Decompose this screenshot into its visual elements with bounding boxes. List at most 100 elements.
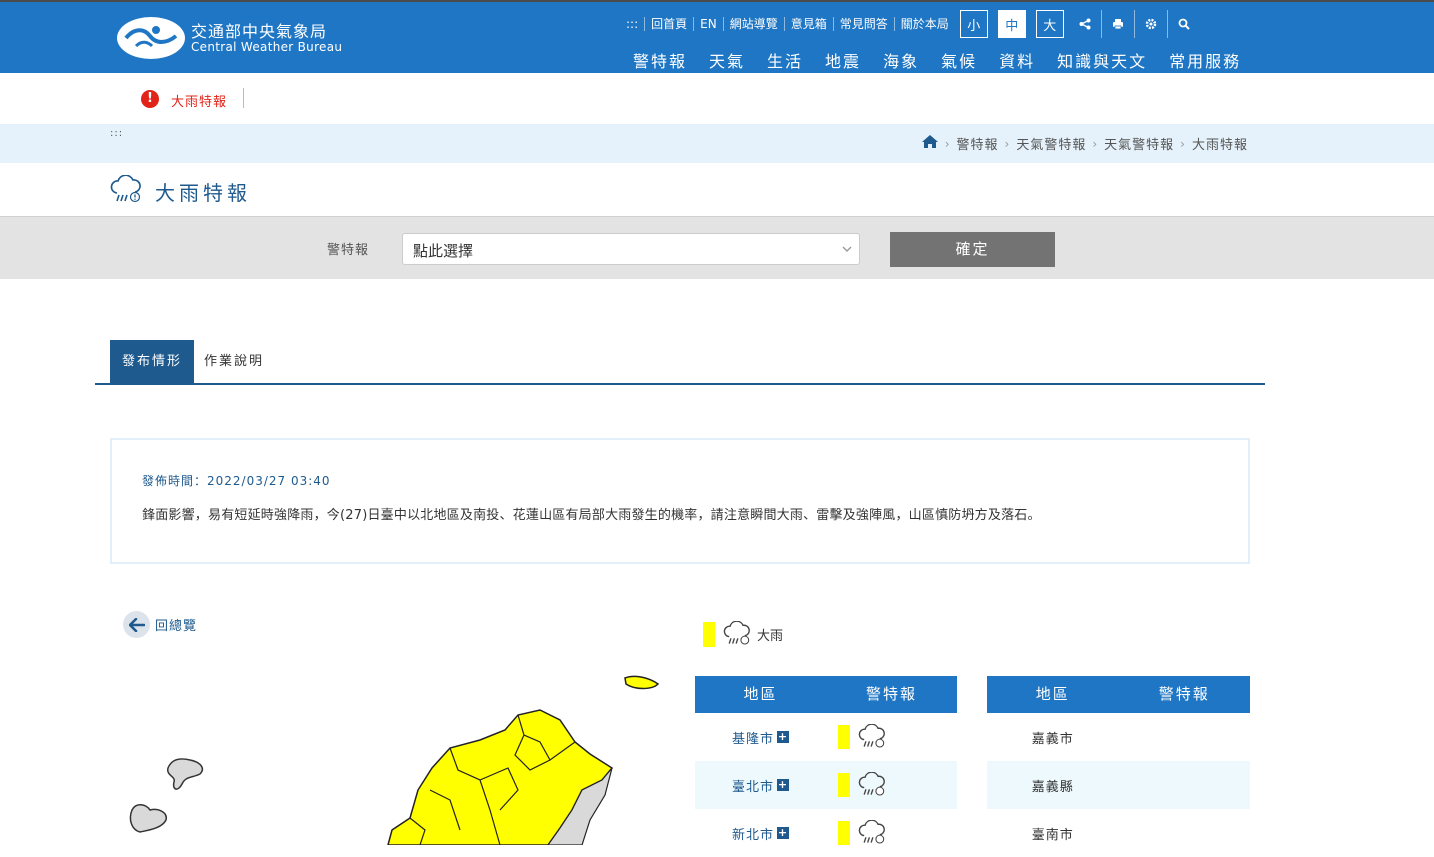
heavy-rain-icon <box>723 621 750 645</box>
sitemap-link[interactable]: 網站導覽 <box>724 17 785 31</box>
mailbox-link[interactable]: 意見箱 <box>785 17 834 31</box>
warning-select-bar: 警特報 點此選擇 確定 <box>0 216 1434 279</box>
page-title: 大雨特報 <box>155 181 251 205</box>
heavy-rain-icon <box>110 175 141 203</box>
nav-data[interactable]: 資料 <box>988 48 1046 72</box>
col-header-region: 地區 <box>1035 685 1070 703</box>
english-link[interactable]: EN <box>694 17 724 31</box>
issue-time: 發佈時間：2022/03/27 03:40 <box>142 474 331 488</box>
tab-description[interactable]: 作業說明 <box>204 340 264 383</box>
nav-marine[interactable]: 海象 <box>872 48 930 72</box>
table-header: 地區 警特報 <box>695 676 957 713</box>
bulletin-box: 發佈時間：2022/03/27 03:40 鋒面影響，易有短延時強降雨，今(27… <box>110 438 1250 564</box>
col-header-warning: 警特報 <box>865 685 917 703</box>
breadcrumb-bar: ::: › 警特報 › 天氣警特報 › 天氣警特報 › 大雨特報 <box>0 124 1434 163</box>
alert-link[interactable]: 大雨特報 <box>171 91 227 110</box>
bulletin-text: 鋒面影響，易有短延時強降雨，今(27)日臺中以北地區及南投、花蓮山區有局部大雨發… <box>142 508 1041 523</box>
region-name: 嘉義縣 <box>1031 779 1074 795</box>
map-legend: 大雨 <box>703 621 783 647</box>
confirm-button[interactable]: 確定 <box>890 232 1055 267</box>
table-row: 嘉義市 <box>987 713 1250 761</box>
table-row: 臺北市 + <box>695 761 957 809</box>
utility-nav: ::: 回首頁 EN 網站導覽 意見箱 常見問答 關於本局 小 中 大 <box>620 10 1201 38</box>
alert-bar: ! 大雨特報 <box>0 73 1434 124</box>
region-link[interactable]: 基隆市 + <box>695 728 826 747</box>
nav-knowledge[interactable]: 知識與天文 <box>1046 48 1158 72</box>
legend-swatch-heavy-rain <box>703 621 715 647</box>
nav-services[interactable]: 常用服務 <box>1158 48 1252 72</box>
region-table-left: 地區 警特報 基隆市 + 臺北市 + 新北市 + <box>695 676 957 857</box>
top-header: 交通部中央氣象局 Central Weather Bureau ::: 回首頁 … <box>0 0 1434 73</box>
home-link[interactable]: 回首頁 <box>645 17 695 31</box>
expand-plus-icon[interactable]: + <box>777 779 789 791</box>
col-header-region: 地區 <box>743 685 778 703</box>
heavy-rain-icon <box>858 724 885 748</box>
kinmen-island-west <box>129 804 167 833</box>
content-tabs: 發布情形 作業說明 <box>95 340 1265 385</box>
legend-label: 大雨 <box>757 628 784 644</box>
nav-earthquake[interactable]: 地震 <box>814 48 872 72</box>
accesskey-center-dots[interactable]: ::: <box>110 128 123 139</box>
nav-life[interactable]: 生活 <box>756 48 814 72</box>
col-header-warning: 警特報 <box>1158 685 1210 703</box>
warning-swatch <box>838 821 850 845</box>
warning-swatch <box>838 773 850 797</box>
region-table-right: 地區 警特報 嘉義市 嘉義縣 臺南市 <box>987 676 1250 857</box>
back-label: 回總覽 <box>155 619 198 634</box>
breadcrumb-separator: › <box>1092 136 1099 151</box>
table-row: 臺南市 <box>987 809 1250 857</box>
warning-type-select[interactable]: 點此選擇 <box>402 233 860 265</box>
gear-icon[interactable] <box>1135 10 1168 38</box>
breadcrumb: › 警特報 › 天氣警特報 › 天氣警特報 › 大雨特報 <box>921 134 1248 153</box>
warning-cell <box>826 772 957 798</box>
font-size-medium-button[interactable]: 中 <box>997 10 1026 38</box>
region-link[interactable]: 臺北市 + <box>695 776 826 795</box>
print-icon[interactable] <box>1102 10 1135 38</box>
warning-cell <box>826 724 957 750</box>
breadcrumb-separator: › <box>1180 136 1186 151</box>
org-name-en[interactable]: Central Weather Bureau <box>191 40 342 54</box>
expand-plus-icon[interactable]: + <box>777 827 789 839</box>
font-size-small-button[interactable]: 小 <box>959 10 988 38</box>
table-row: 基隆市 + <box>695 713 957 761</box>
matsu-island <box>624 675 660 690</box>
tab-status[interactable]: 發布情形 <box>110 340 194 383</box>
nav-warnings[interactable]: 警特報 <box>622 48 698 72</box>
breadcrumb-separator: › <box>1004 136 1011 151</box>
accesskey-dots[interactable]: ::: <box>620 17 646 31</box>
breadcrumb-item[interactable]: 天氣警特報 <box>1016 134 1086 153</box>
heavy-rain-icon <box>858 772 885 796</box>
region-name: 嘉義市 <box>1031 731 1074 747</box>
region-link[interactable]: 新北市 + <box>695 824 826 843</box>
faq-link[interactable]: 常見問答 <box>834 17 895 31</box>
back-to-overview-button[interactable]: 回總覽 <box>123 611 197 638</box>
share-icon[interactable] <box>1069 10 1102 38</box>
breadcrumb-item[interactable]: 警特報 <box>957 134 999 153</box>
chevron-down-icon <box>842 246 852 252</box>
page-title-row: 大雨特報 <box>0 163 1434 216</box>
org-name-zh[interactable]: 交通部中央氣象局 <box>191 18 327 42</box>
alert-divider <box>243 88 244 108</box>
expand-plus-icon[interactable]: + <box>777 731 789 743</box>
select-label: 警特報 <box>327 243 370 258</box>
taiwan-warning-map[interactable] <box>120 660 680 845</box>
search-icon[interactable] <box>1168 10 1201 38</box>
table-header: 地區 警特報 <box>987 676 1250 713</box>
select-value: 點此選擇 <box>413 242 474 260</box>
cwb-logo[interactable] <box>116 16 186 60</box>
breadcrumb-separator: › <box>944 136 951 151</box>
arrow-left-icon <box>123 611 150 638</box>
font-size-large-button[interactable]: 大 <box>1035 10 1064 38</box>
heavy-rain-icon <box>858 820 885 844</box>
main-nav: 警特報 天氣 生活 地震 海象 氣候 資料 知識與天文 常用服務 <box>622 48 1252 72</box>
table-row: 新北市 + <box>695 809 957 857</box>
kinmen-island-east <box>167 758 204 790</box>
home-icon[interactable] <box>921 134 939 153</box>
breadcrumb-item[interactable]: 天氣警特報 <box>1104 134 1174 153</box>
about-link[interactable]: 關於本局 <box>895 17 955 31</box>
nav-climate[interactable]: 氣候 <box>930 48 988 72</box>
warning-cell <box>826 820 957 846</box>
nav-weather[interactable]: 天氣 <box>698 48 756 72</box>
region-name: 臺南市 <box>1031 827 1074 843</box>
warning-swatch <box>838 725 850 749</box>
